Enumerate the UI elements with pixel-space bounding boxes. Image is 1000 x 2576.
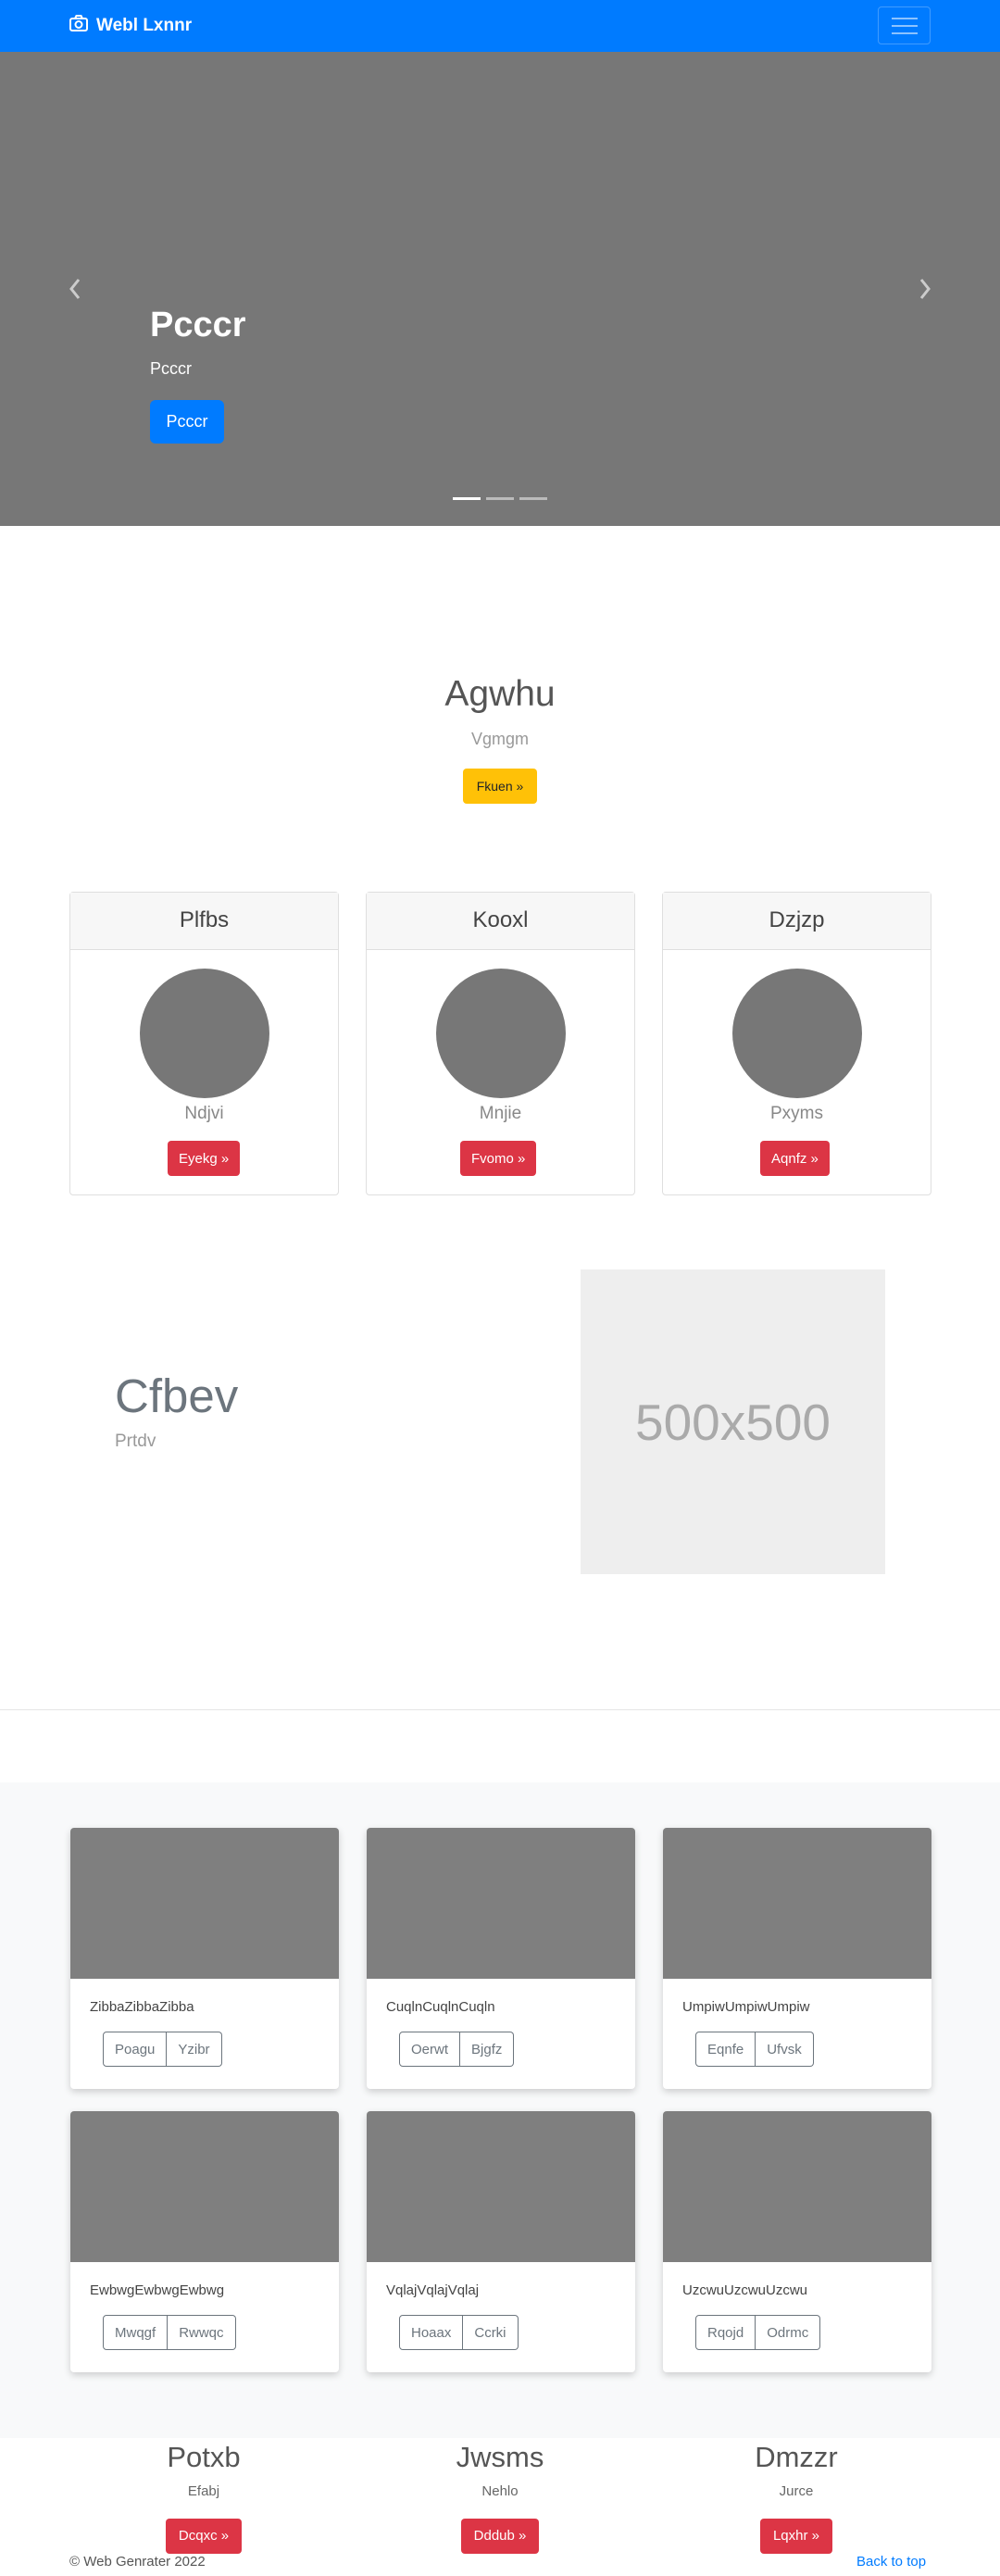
column-title: Jwsms: [456, 2441, 544, 2473]
column-button[interactable]: Dcqxc »: [165, 2519, 243, 2554]
hero-title: Pcccr: [150, 306, 246, 344]
column-text: Nehlo: [481, 2483, 519, 2499]
button-group: Poagu Yzibr: [103, 2032, 222, 2067]
placeholder-image: 500x500: [581, 1269, 885, 1574]
card-button-2[interactable]: Ufvsk: [756, 2032, 814, 2067]
card-button-1[interactable]: Oerwt: [399, 2032, 461, 2067]
navbar: Webl Lxnnr: [0, 0, 1000, 52]
profile-card: Plfbs Ndjvi Eyekg »: [69, 892, 339, 1195]
info-column: Potxb Efabj Dcqxc »: [37, 2438, 370, 2554]
button-group: Oerwt Bjgfz: [399, 2032, 515, 2067]
chevron-left-icon: [69, 279, 81, 299]
column-text: Efabj: [187, 2483, 220, 2499]
card-button-2[interactable]: Rwwqc: [168, 2315, 236, 2350]
carousel-indicator[interactable]: [453, 497, 481, 500]
column-title: Potxb: [167, 2441, 241, 2473]
card-header: Dzjzp: [663, 893, 931, 950]
footer-copyright: © Web Genrater 2022: [69, 2554, 206, 2570]
avatar: [732, 969, 862, 1098]
divider: [0, 1709, 1000, 1710]
thumbnail: [367, 2111, 635, 2262]
hero-carousel: [0, 52, 1000, 526]
card-button-1[interactable]: Eqnfe: [695, 2032, 756, 2067]
album-card: CuqlnCuqlnCuqln Oerwt Bjgfz: [367, 1828, 635, 2089]
column-button[interactable]: Dddub »: [460, 2519, 540, 2554]
avatar: [140, 969, 269, 1098]
card-text: EwbwgEwbwgEwbwg: [90, 2282, 225, 2298]
feature-subtitle: Prtdv: [115, 1432, 156, 1451]
hamburger-icon: [891, 17, 918, 19]
card-header: Plfbs: [70, 893, 338, 950]
card-button-2[interactable]: Yzibr: [167, 2032, 222, 2067]
carousel-indicator[interactable]: [519, 497, 547, 500]
card-text: VqlajVqlajVqlaj: [386, 2282, 480, 2298]
jumbotron-subtitle: Vgmgm: [470, 730, 529, 748]
album-card: UmpiwUmpiwUmpiw Eqnfe Ufvsk: [663, 1828, 931, 2089]
jumbotron-button[interactable]: Fkuen »: [463, 769, 537, 804]
album-card: VqlajVqlajVqlaj Hoaax Ccrki: [367, 2111, 635, 2372]
thumbnail: [70, 1828, 339, 1979]
profile-card: Kooxl Mnjie Fvomo »: [366, 892, 635, 1195]
back-to-top-link[interactable]: Back to top: [856, 2554, 926, 2570]
card-name: Pxyms: [770, 1104, 823, 1123]
carousel-next-button[interactable]: [911, 270, 939, 307]
column-text: Jurce: [779, 2483, 814, 2499]
button-group: Rqojd Odrmc: [695, 2315, 821, 2350]
card-button-1[interactable]: Mwqgf: [103, 2315, 169, 2350]
thumbnail: [70, 2111, 339, 2262]
menu-toggle-button[interactable]: [878, 6, 931, 44]
carousel-indicators: [453, 497, 547, 500]
card-button-2[interactable]: Odrmc: [756, 2315, 821, 2350]
card-button-1[interactable]: Poagu: [103, 2032, 168, 2067]
thumbnail: [663, 1828, 931, 1979]
card-name: Ndjvi: [184, 1104, 224, 1123]
card-text: UzcwuUzcwuUzcwu: [682, 2282, 808, 2298]
card-button[interactable]: Aqnfz »: [760, 1141, 830, 1176]
profile-card: Dzjzp Pxyms Aqnfz »: [662, 892, 931, 1195]
brand-label: Webl Lxnnr: [96, 16, 193, 35]
card-text: ZibbaZibbaZibba: [90, 1999, 194, 2015]
column-title: Dmzzr: [755, 2441, 838, 2473]
card-header: Kooxl: [367, 893, 634, 950]
column-button[interactable]: Lqxhr »: [759, 2519, 833, 2554]
chevron-right-icon: [919, 279, 931, 299]
card-button-2[interactable]: Ccrki: [463, 2315, 519, 2350]
camera-icon: [69, 15, 88, 37]
album-card: EwbwgEwbwgEwbwg Mwqgf Rwwqc: [70, 2111, 339, 2372]
card-name: Mnjie: [479, 1104, 522, 1123]
info-column: Jwsms Nehlo Dddub »: [333, 2438, 667, 2554]
button-group: Eqnfe Ufvsk: [695, 2032, 814, 2067]
album-card: UzcwuUzcwuUzcwu Rqojd Odrmc: [663, 2111, 931, 2372]
card-button-1[interactable]: Rqojd: [695, 2315, 756, 2350]
card-button[interactable]: Eyekg »: [168, 1141, 241, 1176]
thumbnail: [663, 2111, 931, 2262]
card-text: CuqlnCuqlnCuqln: [386, 1999, 495, 2015]
card-text: UmpiwUmpiwUmpiw: [682, 1999, 810, 2015]
button-group: Hoaax Ccrki: [399, 2315, 519, 2350]
jumbotron-title: Agwhu: [444, 674, 556, 714]
hero-button[interactable]: Pcccr: [150, 400, 224, 444]
card-button-2[interactable]: Bjgfz: [460, 2032, 515, 2067]
feature-title: Cfbev: [115, 1369, 239, 1422]
hero-subtitle: Pcccr: [150, 359, 192, 378]
card-button[interactable]: Fvomo »: [460, 1141, 537, 1176]
carousel-prev-button[interactable]: [61, 270, 89, 307]
info-column: Dmzzr Jurce Lqxhr »: [630, 2438, 963, 2554]
avatar: [436, 969, 566, 1098]
card-button-1[interactable]: Hoaax: [399, 2315, 464, 2350]
thumbnail: [367, 1828, 635, 1979]
album-card: ZibbaZibbaZibba Poagu Yzibr: [70, 1828, 339, 2089]
carousel-indicator[interactable]: [486, 497, 514, 500]
button-group: Mwqgf Rwwqc: [103, 2315, 236, 2350]
navbar-brand[interactable]: Webl Lxnnr: [69, 15, 192, 37]
